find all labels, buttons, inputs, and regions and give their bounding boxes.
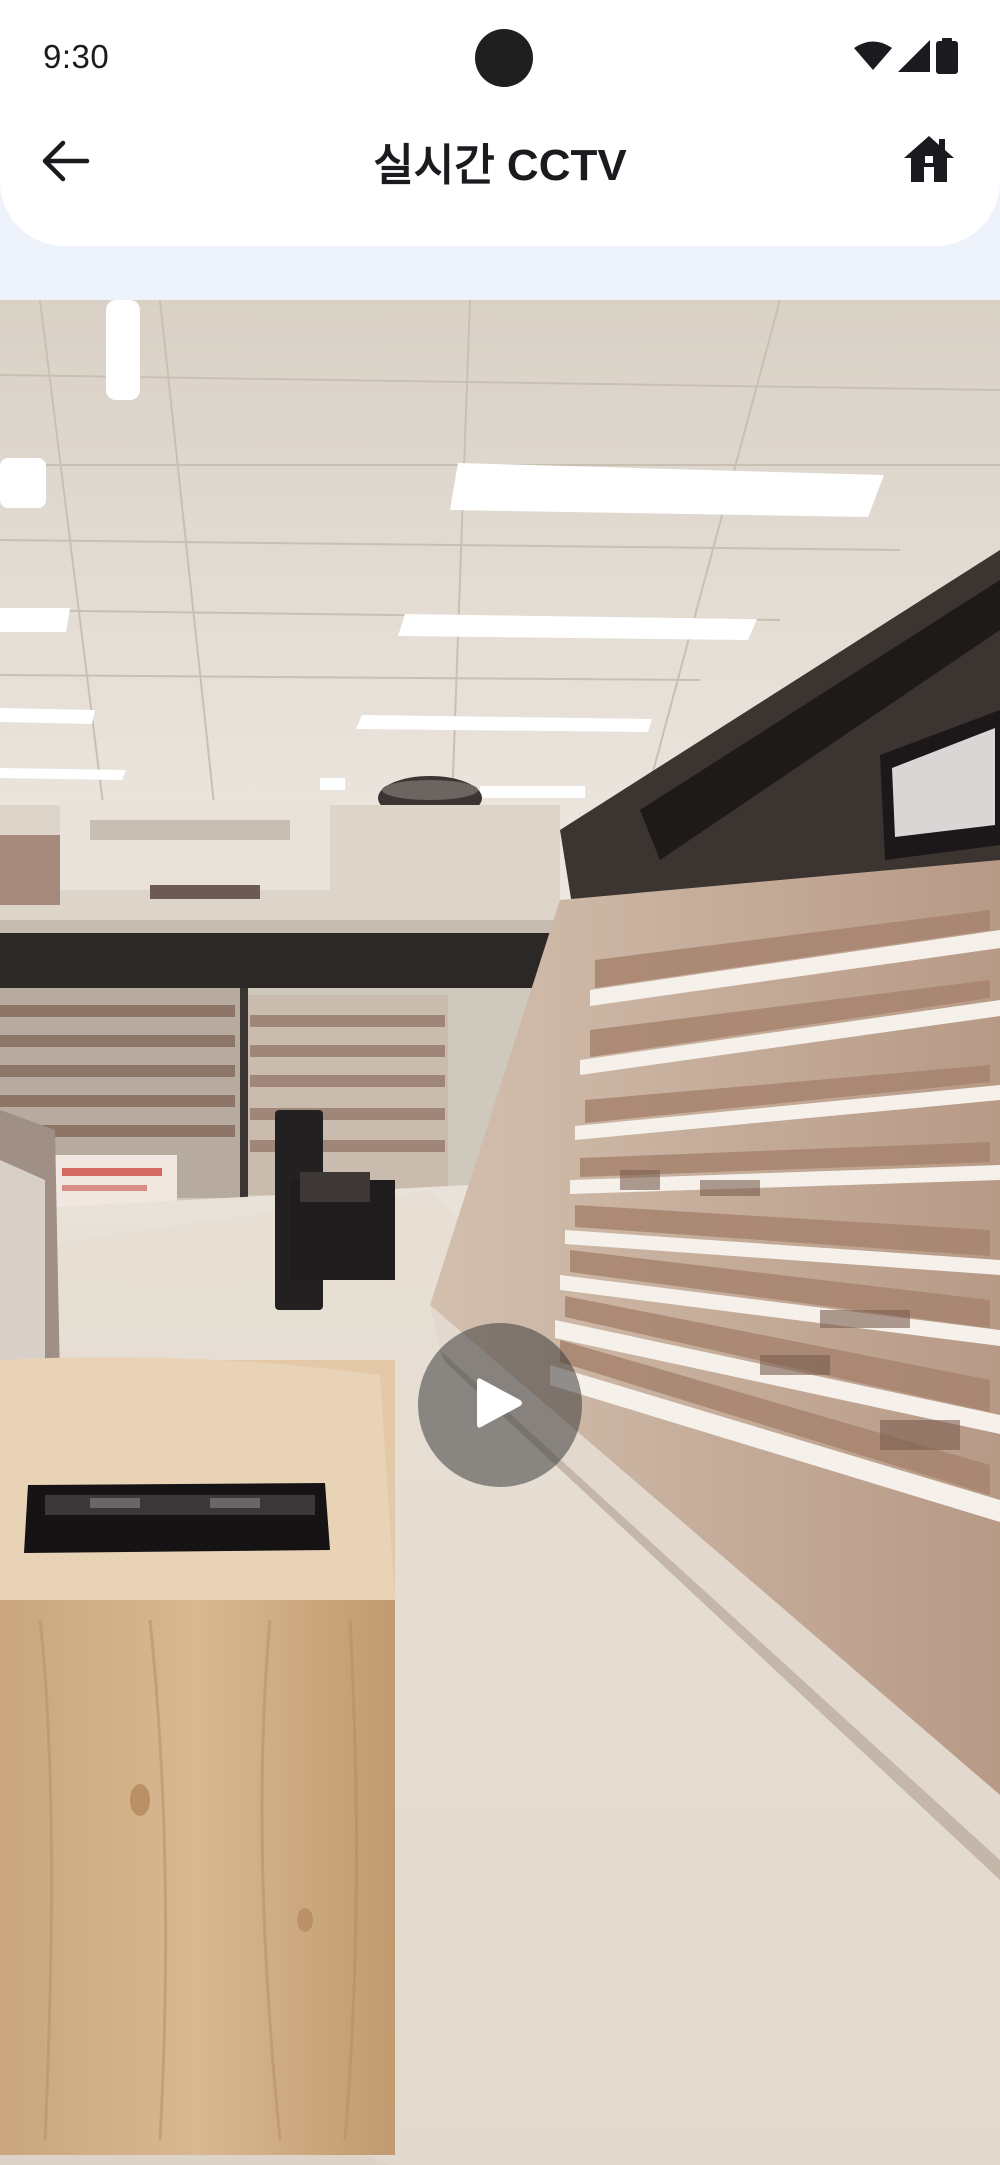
cellular-signal-icon <box>898 40 930 72</box>
wifi-icon <box>854 41 892 71</box>
app-bar: 실시간 CCTV <box>0 116 1000 236</box>
camera-cutout <box>475 29 533 87</box>
cctv-screen: 9:30 실시간 CCTV <box>0 0 1000 2165</box>
cctv-video[interactable] <box>0 300 1000 2165</box>
status-time: 9:30 <box>43 38 110 75</box>
status-icons <box>854 38 958 74</box>
status-bar: 9:30 <box>0 0 1000 116</box>
battery-icon <box>936 38 958 74</box>
store-camera-feed <box>0 300 1000 2165</box>
page-title: 실시간 CCTV <box>373 141 627 190</box>
play-icon <box>475 1375 525 1436</box>
play-button[interactable] <box>418 1323 582 1487</box>
home-icon <box>902 134 956 189</box>
home-button[interactable] <box>892 124 966 198</box>
header-card: 9:30 실시간 CCTV <box>0 0 1000 246</box>
